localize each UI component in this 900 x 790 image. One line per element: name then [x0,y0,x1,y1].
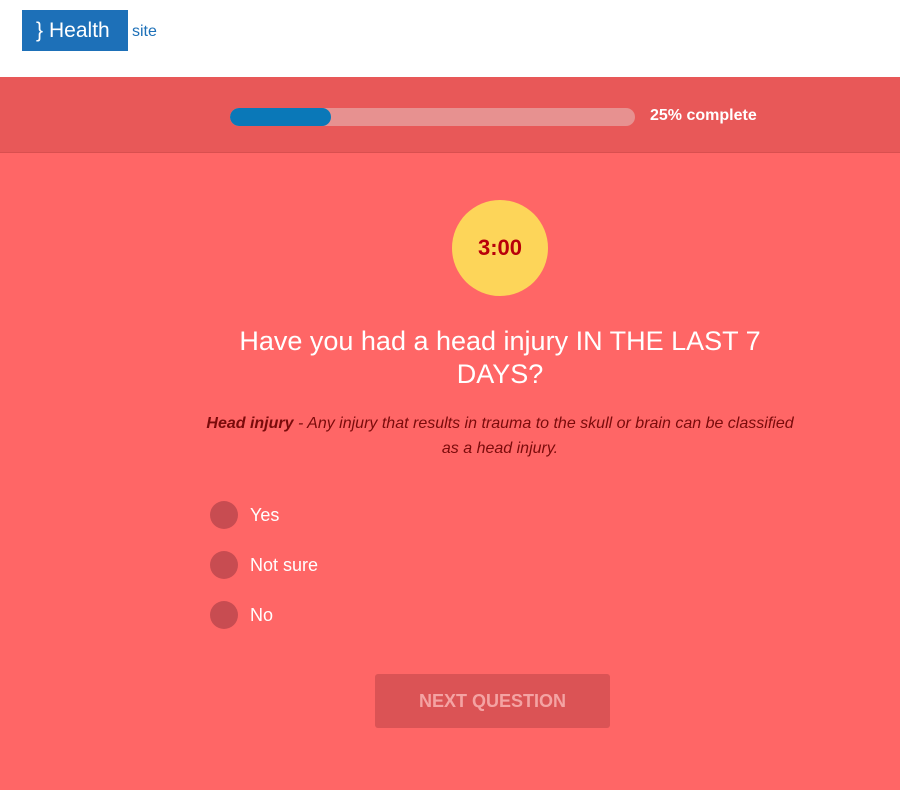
answer-options: Yes Not sure No [210,490,318,640]
option-label-no: No [250,604,274,625]
question-definition: Head injury - Any injury that results in… [205,411,795,461]
option-no[interactable]: No [210,590,318,640]
progress-label: 25% complete [650,107,757,124]
logo-text: Health [49,18,110,42]
option-not-sure[interactable]: Not sure [210,540,318,590]
option-label-not-sure: Not sure [250,554,319,575]
question-panel: 3:00 Have you had a head injury IN THE L… [0,153,900,790]
site-header: } Health site [0,0,900,77]
logo-site-label: site [132,23,157,40]
definition-term: Head injury [206,415,294,432]
progress-band: 25% complete [0,77,900,153]
option-label-yes: Yes [250,504,280,525]
timer-value: 3:00 [477,235,523,260]
option-yes[interactable]: Yes [210,490,318,540]
radio-button-yes[interactable] [210,501,238,529]
question-title: Have you had a head injury IN THE LAST 7… [239,326,761,389]
site-logo[interactable]: } Health site [22,10,157,51]
progress-bar [230,108,635,126]
radio-button-no[interactable] [210,601,238,629]
definition-text: - Any injury that results in trauma to t… [293,415,794,457]
countdown-timer: 3:00 [452,200,548,296]
logo-badge: } Health [22,10,128,51]
brace-icon: } [36,18,44,42]
radio-button-not-sure[interactable] [210,551,238,579]
progress-bar-fill [230,108,332,126]
next-question-button[interactable]: NEXT QUESTION [375,674,610,728]
